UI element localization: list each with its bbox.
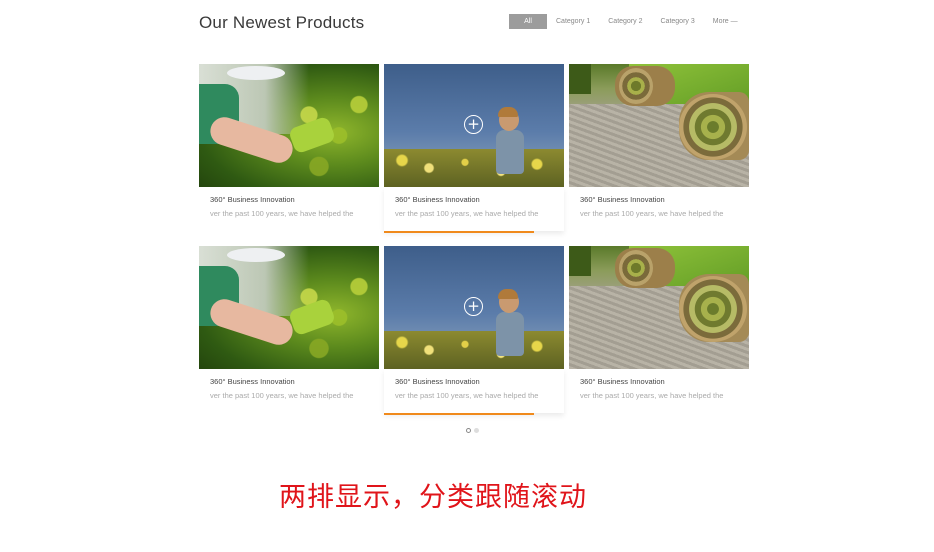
product-card[interactable]: 360° Business Innovation ver the past 10… [569, 64, 749, 231]
zoom-plus-icon[interactable]: + [464, 115, 483, 134]
turf-rolls-photo[interactable] [569, 246, 749, 369]
product-title[interactable]: 360° Business Innovation [580, 377, 738, 386]
product-card[interactable]: + 360° Business Innovation ver the past … [384, 246, 564, 415]
hover-accent-bar [384, 413, 534, 415]
pagination-dot-active[interactable] [466, 428, 471, 433]
product-card[interactable]: 360° Business Innovation ver the past 10… [569, 246, 749, 413]
filter-category-3[interactable]: Category 3 [652, 14, 704, 29]
product-excerpt: ver the past 100 years, we have helped t… [210, 391, 354, 400]
filter-category-1[interactable]: Category 1 [547, 14, 599, 29]
child-in-flower-field-photo[interactable]: + [384, 246, 564, 369]
category-filter-bar: All Category 1 Category 2 Category 3 Mor… [509, 14, 747, 29]
product-excerpt: ver the past 100 years, we have helped t… [395, 391, 539, 400]
product-card[interactable]: + 360° Business Innovation ver the past … [384, 64, 564, 233]
product-title[interactable]: 360° Business Innovation [395, 377, 553, 386]
gardener-with-gloves-photo[interactable] [199, 246, 379, 369]
filter-category-2[interactable]: Category 2 [599, 14, 651, 29]
product-row: 360° Business Innovation ver the past 10… [199, 246, 751, 415]
product-excerpt: ver the past 100 years, we have helped t… [210, 209, 354, 218]
product-row: 360° Business Innovation ver the past 10… [199, 64, 751, 233]
filter-all[interactable]: All [509, 14, 547, 29]
annotation-note: 两排显示，分类跟随滚动 [279, 482, 587, 513]
product-grid: 360° Business Innovation ver the past 10… [199, 64, 751, 415]
zoom-plus-icon[interactable]: + [464, 297, 483, 316]
child-in-flower-field-photo[interactable]: + [384, 64, 564, 187]
pagination-dot[interactable] [474, 428, 479, 433]
product-card[interactable]: 360° Business Innovation ver the past 10… [199, 246, 379, 413]
hover-accent-bar [384, 231, 534, 233]
product-title[interactable]: 360° Business Innovation [580, 195, 738, 204]
gardener-with-gloves-photo[interactable] [199, 64, 379, 187]
pagination-dots [466, 428, 479, 433]
filter-more[interactable]: More — [704, 14, 747, 29]
product-title[interactable]: 360° Business Innovation [395, 195, 553, 204]
turf-rolls-photo[interactable] [569, 64, 749, 187]
product-excerpt: ver the past 100 years, we have helped t… [580, 209, 724, 218]
product-title[interactable]: 360° Business Innovation [210, 195, 368, 204]
product-excerpt: ver the past 100 years, we have helped t… [580, 391, 724, 400]
product-title[interactable]: 360° Business Innovation [210, 377, 368, 386]
product-card[interactable]: 360° Business Innovation ver the past 10… [199, 64, 379, 231]
product-excerpt: ver the past 100 years, we have helped t… [395, 209, 539, 218]
section-title: Our Newest Products [199, 13, 365, 32]
